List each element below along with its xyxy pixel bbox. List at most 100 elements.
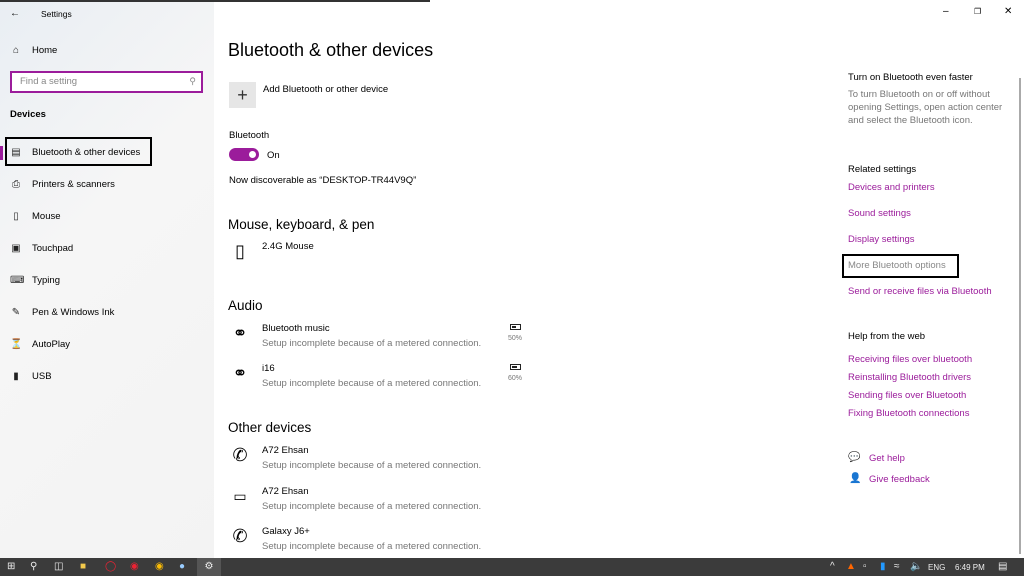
warning-icon[interactable]: ▲ (846, 561, 856, 572)
record-icon[interactable]: ◉ (130, 561, 139, 572)
sidebar-item-touchpad[interactable]: ▣ Touchpad (10, 243, 73, 254)
add-device-label[interactable]: Add Bluetooth or other device (263, 84, 388, 95)
device-item[interactable]: ▯ 2.4G Mouse (230, 241, 314, 261)
keyboard-icon: ⌨ (10, 275, 25, 286)
link-send-receive-files[interactable]: Send or receive files via Bluetooth (848, 286, 992, 297)
battery-indicator: 60% (506, 364, 524, 382)
sidebar-item-mouse[interactable]: ▯ Mouse (10, 211, 61, 222)
link-devices-printers[interactable]: Devices and printers (848, 182, 935, 193)
sidebar-item-autoplay[interactable]: ⏳ AutoPlay (10, 339, 70, 350)
settings-icon[interactable]: ⚙ (197, 558, 221, 576)
printer-icon: ⎙ (12, 179, 20, 190)
item-label: USB (32, 371, 52, 382)
device-item[interactable]: ⚭ i16 Setup incomplete because of a metere… (230, 363, 481, 389)
headphones-icon: ⚭ (232, 323, 248, 343)
link-more-bluetooth-options[interactable]: More Bluetooth options (848, 260, 946, 271)
sidebar-item-bluetooth[interactable]: ▤ Bluetooth & other devices (10, 147, 140, 158)
give-feedback-link[interactable]: Give feedback (869, 474, 930, 485)
phone-icon: ✆ (232, 526, 248, 546)
back-icon[interactable]: ← (10, 8, 20, 19)
bluetooth-toggle[interactable] (229, 148, 259, 161)
battery-indicator: 50% (506, 324, 524, 342)
headphones-icon: ⚭ (232, 363, 248, 383)
phone-icon: ✆ (232, 445, 248, 465)
get-help-link[interactable]: Get help (869, 453, 905, 464)
help-title: Help from the web (848, 331, 926, 342)
device-item[interactable]: ✆ Galaxy J6+ Setup incomplete because of a… (230, 526, 481, 552)
plus-icon: + (237, 85, 248, 105)
device-status: Setup incomplete because of a metered co… (262, 338, 482, 349)
device-item[interactable]: ▭ A72 Ehsan Setup incomplete because of a … (230, 486, 481, 512)
search-placeholder: Find a setting (20, 76, 78, 87)
other-section-title: Other devices (228, 420, 312, 435)
item-label: AutoPlay (32, 339, 71, 350)
taskbar: ⊞ ⚲ ◫ ■ ◯ ◉ ◉ ● ⚙ ^ ▲ ▫ ▮ ≈ 🔈 ENG 6:49 P… (0, 558, 1024, 576)
sidebar-item-pen[interactable]: ✎ Pen & Windows Ink (10, 307, 115, 318)
tip-text: opening Settings, open action center (848, 102, 1003, 113)
battery-icon (509, 324, 521, 330)
language-indicator[interactable]: ENG (928, 563, 945, 572)
start-icon[interactable]: ⊞ (7, 561, 15, 572)
tip-text: and select the Bluetooth icon. (848, 115, 973, 126)
add-device-button[interactable]: + (229, 82, 256, 108)
volume-icon[interactable]: 🔈 (910, 561, 922, 572)
sidebar-home[interactable]: ⌂ Home (10, 45, 57, 56)
wifi-icon[interactable]: ≈ (894, 561, 900, 572)
search-input[interactable]: Find a setting ⚲ (10, 71, 203, 93)
battery-percent: 60% (507, 375, 522, 382)
search-icon: ⚲ (189, 76, 196, 86)
item-label: Typing (32, 275, 60, 286)
device-icon[interactable]: ▫ (863, 561, 867, 572)
usb-icon: ▮ (13, 371, 19, 382)
device-name: 2.4G Mouse (262, 241, 314, 252)
help-link[interactable]: Reinstalling Bluetooth drivers (848, 372, 971, 383)
notifications-icon[interactable]: ▤ (998, 561, 1007, 572)
link-display-settings[interactable]: Display settings (848, 234, 915, 245)
help-link[interactable]: Sending files over Bluetooth (848, 390, 966, 401)
related-title: Related settings (848, 164, 917, 175)
restore-button[interactable]: ❐ (974, 7, 981, 16)
device-status: Setup incomplete because of a metered co… (262, 378, 482, 389)
app-icon[interactable]: ● (179, 561, 185, 572)
clock[interactable]: 6:49 PM (955, 563, 985, 572)
device-item[interactable]: ⚭ Bluetooth music Setup incomplete because… (230, 323, 481, 349)
get-help-icon: 💬 (848, 452, 861, 463)
link-sound-settings[interactable]: Sound settings (848, 208, 911, 219)
feedback-icon: 👤 (849, 473, 862, 484)
minimize-button[interactable]: – (943, 6, 949, 17)
sidebar-item-printers[interactable]: ⎙ Printers & scanners (10, 179, 115, 190)
file-explorer-icon[interactable]: ■ (80, 561, 86, 572)
touchpad-icon: ▣ (11, 243, 21, 254)
home-label: Home (32, 45, 58, 56)
page-title: Bluetooth & other devices (228, 40, 434, 60)
device-name: A72 Ehsan (262, 445, 309, 456)
tip-title: Turn on Bluetooth even faster (848, 72, 973, 83)
sidebar-item-typing[interactable]: ⌨ Typing (10, 275, 60, 286)
device-status: Setup incomplete because of a metered co… (262, 501, 482, 512)
device-status: Setup incomplete because of a metered co… (262, 541, 482, 552)
opera-icon[interactable]: ◯ (105, 561, 116, 572)
mouse-icon: ▯ (13, 211, 19, 222)
toggle-state: On (267, 150, 280, 161)
device-item[interactable]: ✆ A72 Ehsan Setup incomplete because of a … (230, 445, 481, 471)
chevron-up-icon[interactable]: ^ (830, 561, 835, 572)
help-link[interactable]: Fixing Bluetooth connections (848, 408, 969, 419)
task-view-icon[interactable]: ◫ (54, 561, 63, 572)
bluetooth-icon[interactable]: ▮ (880, 561, 886, 572)
mouse-icon: ▯ (235, 241, 245, 261)
home-icon: ⌂ (12, 45, 20, 56)
sidebar-item-usb[interactable]: ▮ USB (10, 371, 52, 382)
help-link[interactable]: Receiving files over bluetooth (848, 354, 972, 365)
device-name: Bluetooth music (262, 323, 330, 334)
chrome-icon[interactable]: ◉ (155, 561, 164, 572)
battery-percent: 50% (507, 335, 522, 342)
item-label: Mouse (32, 211, 61, 222)
section-devices: Devices (10, 109, 46, 120)
mouse-section-title: Mouse, keyboard, & pen (228, 217, 375, 232)
device-name: A72 Ehsan (262, 486, 309, 497)
scrollbar[interactable] (1019, 78, 1021, 554)
close-button[interactable]: ✕ (1004, 6, 1012, 17)
audio-section-title: Audio (228, 298, 263, 313)
search-icon[interactable]: ⚲ (30, 561, 37, 572)
device-name: i16 (262, 363, 275, 374)
